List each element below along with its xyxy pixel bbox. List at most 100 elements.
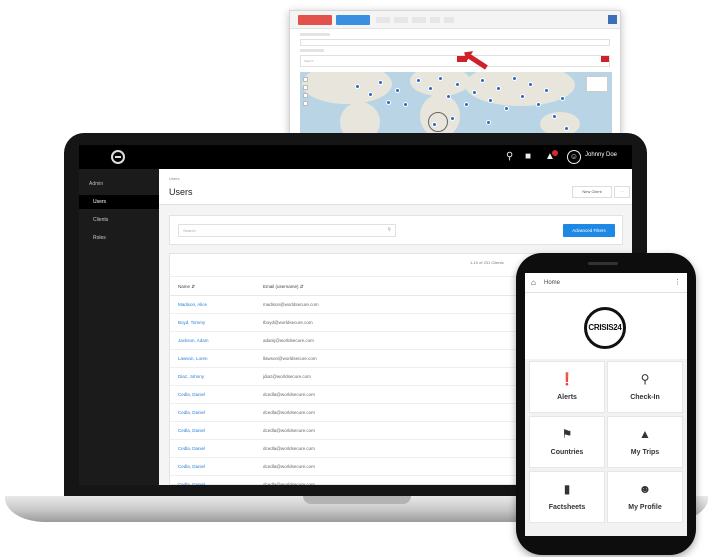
app-bar-title: Home xyxy=(544,280,561,286)
map-pin-icon[interactable] xyxy=(544,88,549,93)
zoom-in-icon[interactable] xyxy=(303,77,308,82)
search-icon[interactable]: ⚲ xyxy=(506,151,513,163)
search-input[interactable]: Search ⚲ xyxy=(178,224,396,237)
user-name-link[interactable]: Madison, Alice xyxy=(178,302,207,307)
map-pin-icon[interactable] xyxy=(438,76,443,81)
map-pin-icon[interactable] xyxy=(355,84,360,89)
new-client-button[interactable]: New Client xyxy=(572,186,612,198)
kebab-menu-icon[interactable]: ⋮ xyxy=(674,278,681,288)
column-header-email[interactable]: Email (username) ⇵ xyxy=(263,284,304,290)
user-name-link[interactable]: Cedla, Daniel xyxy=(178,446,205,451)
home-icon[interactable]: ⌂ xyxy=(531,278,536,288)
map-tab[interactable] xyxy=(376,17,390,23)
map-pin-icon[interactable] xyxy=(560,96,565,101)
page-header: Users Users New Client ··· xyxy=(159,169,632,205)
map-tab[interactable] xyxy=(430,17,440,23)
message-field[interactable] xyxy=(300,55,610,67)
avatar-icon[interactable]: ☺ xyxy=(567,150,581,164)
tile-label: Factsheets xyxy=(548,504,586,511)
landmass xyxy=(340,102,380,135)
map-pin-icon[interactable] xyxy=(480,78,485,83)
world-map[interactable] xyxy=(300,72,612,135)
search-icon[interactable]: ⚲ xyxy=(387,225,391,236)
map-pin-icon[interactable] xyxy=(464,102,469,107)
user-name-link[interactable]: Cedla, Daniel xyxy=(178,428,205,433)
map-tab[interactable] xyxy=(394,17,408,23)
pagination-status: 1-10 of 231 Clients xyxy=(470,260,504,265)
map-pin-icon[interactable] xyxy=(455,82,460,87)
tile-my-profile[interactable]: ☻ My Profile xyxy=(607,471,683,523)
search-placeholder: Search xyxy=(183,228,196,233)
user-name-link[interactable]: Jackson, Adam xyxy=(178,338,209,343)
map-tab[interactable] xyxy=(412,17,426,23)
map-clear-button[interactable] xyxy=(601,56,609,62)
user-email: dcedla@worldsecure.com xyxy=(263,482,315,485)
user-email: dcedla@worldsecure.com xyxy=(263,392,315,397)
app-logo-icon[interactable] xyxy=(111,150,125,164)
map-pin-icon[interactable] xyxy=(488,98,493,103)
tile-countries[interactable]: ⚑ Countries xyxy=(529,416,605,468)
map-pin-icon[interactable] xyxy=(450,116,455,121)
map-pin-icon[interactable] xyxy=(486,120,491,125)
map-pin-icon[interactable] xyxy=(368,92,373,97)
laptop-notch xyxy=(303,496,411,504)
user-email: dcedla@worldsecure.com xyxy=(263,410,315,415)
map-pin-icon[interactable] xyxy=(446,94,451,99)
map-pin-icon[interactable] xyxy=(496,86,501,91)
description-field[interactable] xyxy=(300,39,610,46)
user-email: dcedla@worldsecure.com xyxy=(263,446,315,451)
map-pin-icon[interactable] xyxy=(403,102,408,107)
user-name-link[interactable]: Lawson, Loren xyxy=(178,356,208,361)
chat-icon[interactable]: ■ xyxy=(525,151,531,163)
top-bar: ⚲ ■ ▲ ☺ Johnny Doe xyxy=(79,145,632,169)
map-pin-icon[interactable] xyxy=(378,80,383,85)
map-pin-icon[interactable] xyxy=(416,78,421,83)
tile-my-trips[interactable]: ▲ My Trips xyxy=(607,416,683,468)
user-email: dcedla@worldsecure.com xyxy=(263,428,315,433)
user-name-link[interactable]: Cedla, Daniel xyxy=(178,464,205,469)
user-name-link[interactable]: Cedla, Daniel xyxy=(178,392,205,397)
sidebar-item-clients[interactable]: Clients xyxy=(79,213,159,227)
user-name-link[interactable]: Boyd, Tommy xyxy=(178,320,205,325)
map-settings-icon[interactable] xyxy=(608,15,617,24)
more-options-button[interactable]: ··· xyxy=(614,186,630,198)
red-action-button[interactable] xyxy=(298,15,332,25)
blue-action-button[interactable] xyxy=(336,15,370,25)
map-pin-icon[interactable] xyxy=(472,90,477,95)
map-pin-icon[interactable] xyxy=(536,102,541,107)
tile-alerts[interactable]: ❗ Alerts xyxy=(529,361,605,413)
tile-label: My Trips xyxy=(630,449,660,456)
zoom-out-icon[interactable] xyxy=(303,85,308,90)
brand-logo-text: CRISIS24 xyxy=(588,323,622,332)
map-pin-icon[interactable] xyxy=(395,88,400,93)
admin-map-window: Search xyxy=(289,10,621,136)
map-pin-icon[interactable] xyxy=(552,114,557,119)
map-tab[interactable] xyxy=(444,17,454,23)
user-name-link[interactable]: Cedla, Daniel xyxy=(178,410,205,415)
breadcrumb[interactable]: Users xyxy=(169,176,179,181)
map-tool-icon[interactable] xyxy=(303,101,308,106)
user-name[interactable]: Johnny Doe xyxy=(585,152,617,158)
map-pin-icon[interactable] xyxy=(504,106,509,111)
sidebar-item-roles[interactable]: Roles xyxy=(79,231,159,245)
map-pin-icon[interactable] xyxy=(428,86,433,91)
column-header-name[interactable]: Name ⇵ xyxy=(178,284,195,290)
user-name-link[interactable]: Cedla, Daniel xyxy=(178,482,205,485)
user-email: llawson@worldsecure.com xyxy=(263,356,317,361)
tile-label: Alerts xyxy=(557,394,577,401)
map-tool-icon[interactable] xyxy=(303,93,308,98)
page-title: Users xyxy=(169,187,193,197)
map-layer-panel[interactable] xyxy=(586,76,608,92)
map-pin-icon[interactable] xyxy=(528,82,533,87)
map-pin-icon[interactable] xyxy=(520,94,525,99)
map-pin-icon[interactable] xyxy=(386,100,391,105)
sidebar-item-users[interactable]: Users xyxy=(79,195,159,209)
tile-factsheets[interactable]: ▮ Factsheets xyxy=(529,471,605,523)
user-name-link[interactable]: Diaz, Johnny xyxy=(178,374,204,379)
map-pin-icon[interactable] xyxy=(512,76,517,81)
map-pin-icon[interactable] xyxy=(564,126,569,131)
advanced-filters-button[interactable]: Advanced Filters xyxy=(563,224,615,237)
user-email: tboyd@worldsecure.com xyxy=(263,320,313,325)
tile-check-in[interactable]: ⚲ Check-In xyxy=(607,361,683,413)
tile-label: My Profile xyxy=(628,504,662,511)
